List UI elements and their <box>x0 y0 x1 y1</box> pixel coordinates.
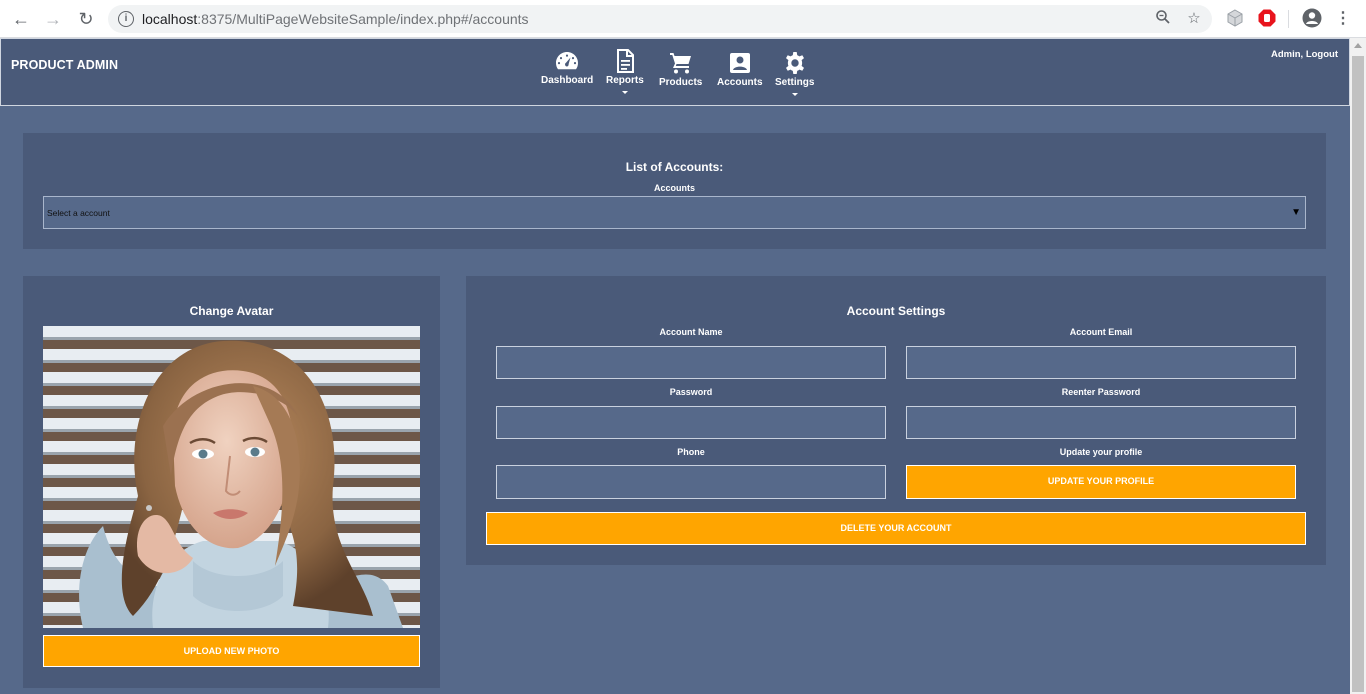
avatar-panel: Change Avatar UPLOAD NEW PHOTO <box>23 276 440 688</box>
chevron-down-icon <box>791 93 798 96</box>
upload-photo-button[interactable]: UPLOAD NEW PHOTO <box>43 635 420 667</box>
update-profile-button[interactable]: UPDATE YOUR PROFILE <box>906 465 1296 499</box>
reenter-password-input[interactable] <box>906 406 1296 439</box>
scrollbar-thumb[interactable] <box>1352 56 1364 692</box>
account-settings-title: Account Settings <box>846 304 946 318</box>
nav-item-settings[interactable]: Settings <box>775 49 814 96</box>
scroll-up-icon[interactable] <box>1354 43 1362 48</box>
accounts-label: Accounts <box>653 183 695 193</box>
chevron-down-icon <box>621 91 628 94</box>
password-input[interactable] <box>496 406 886 439</box>
account-box-icon <box>729 53 750 73</box>
nav-item-reports[interactable]: Reports <box>606 49 644 94</box>
accounts-panel-title: List of Accounts: <box>625 160 724 174</box>
delete-account-button[interactable]: DELETE YOUR ACCOUNT <box>486 512 1306 545</box>
nav-label: Products <box>659 77 703 88</box>
update-profile-label: Update your profile <box>1059 447 1143 457</box>
gear-icon <box>785 52 804 74</box>
menu-dots-icon[interactable]: ⋮ <box>1331 7 1355 31</box>
account-name-input[interactable] <box>496 346 886 379</box>
account-name-label: Account Name <box>659 327 723 337</box>
profile-avatar-icon[interactable] <box>1302 8 1322 28</box>
account-settings-panel: Account Settings Account Name Account Em… <box>466 276 1326 565</box>
back-icon[interactable]: ← <box>9 7 33 31</box>
page-scrollbar[interactable] <box>1350 38 1366 694</box>
password-label: Password <box>669 387 713 397</box>
nav-label: Accounts <box>717 77 763 88</box>
zoom-icon[interactable] <box>1153 9 1173 29</box>
report-document-icon <box>616 49 634 73</box>
bookmark-star-icon[interactable]: ☆ <box>1184 9 1204 29</box>
url-text: localhost:8375/MultiPageWebsiteSample/in… <box>142 11 529 27</box>
nav-label: Dashboard <box>541 75 594 86</box>
extension-cube-icon[interactable] <box>1226 9 1244 27</box>
nav-label: Settings <box>775 77 815 88</box>
reload-icon[interactable]: ↻ <box>74 7 98 31</box>
accounts-panel: List of Accounts: Accounts Select a acco… <box>23 133 1326 249</box>
reenter-password-label: Reenter Password <box>1061 387 1141 397</box>
nav-item-accounts[interactable]: Accounts <box>717 49 763 88</box>
admin-logout-link[interactable]: Admin, Logout <box>1271 49 1338 60</box>
extension-stop-hand-icon[interactable] <box>1258 9 1276 27</box>
address-bar[interactable]: i localhost:8375/MultiPageWebsiteSample/… <box>108 5 1212 33</box>
dashboard-icon <box>556 52 579 70</box>
site-info-icon[interactable]: i <box>118 11 134 27</box>
account-select[interactable]: Select a account ▼ <box>43 196 1306 229</box>
toolbar-divider <box>1288 10 1289 28</box>
shopping-cart-icon <box>669 53 691 74</box>
phone-input[interactable] <box>496 465 886 499</box>
browser-toolbar: ← → ↻ i localhost:8375/MultiPageWebsiteS… <box>0 0 1366 38</box>
app-header: PRODUCT ADMIN Dashboard Reports Products… <box>0 38 1350 106</box>
account-email-label: Account Email <box>1069 327 1133 337</box>
nav-label: Reports <box>606 75 644 86</box>
nav-item-products[interactable]: Products <box>659 49 702 88</box>
forward-icon[interactable]: → <box>41 7 65 31</box>
dropdown-arrow-icon: ▼ <box>1291 207 1301 218</box>
nav-item-dashboard[interactable]: Dashboard <box>541 49 593 86</box>
phone-label: Phone <box>677 447 705 457</box>
account-select-value: Select a account <box>47 208 110 218</box>
account-email-input[interactable] <box>906 346 1296 379</box>
avatar-image <box>43 326 420 628</box>
main-nav: Dashboard Reports Products Accounts Sett… <box>1 39 1349 105</box>
avatar-panel-title: Change Avatar <box>189 304 274 318</box>
